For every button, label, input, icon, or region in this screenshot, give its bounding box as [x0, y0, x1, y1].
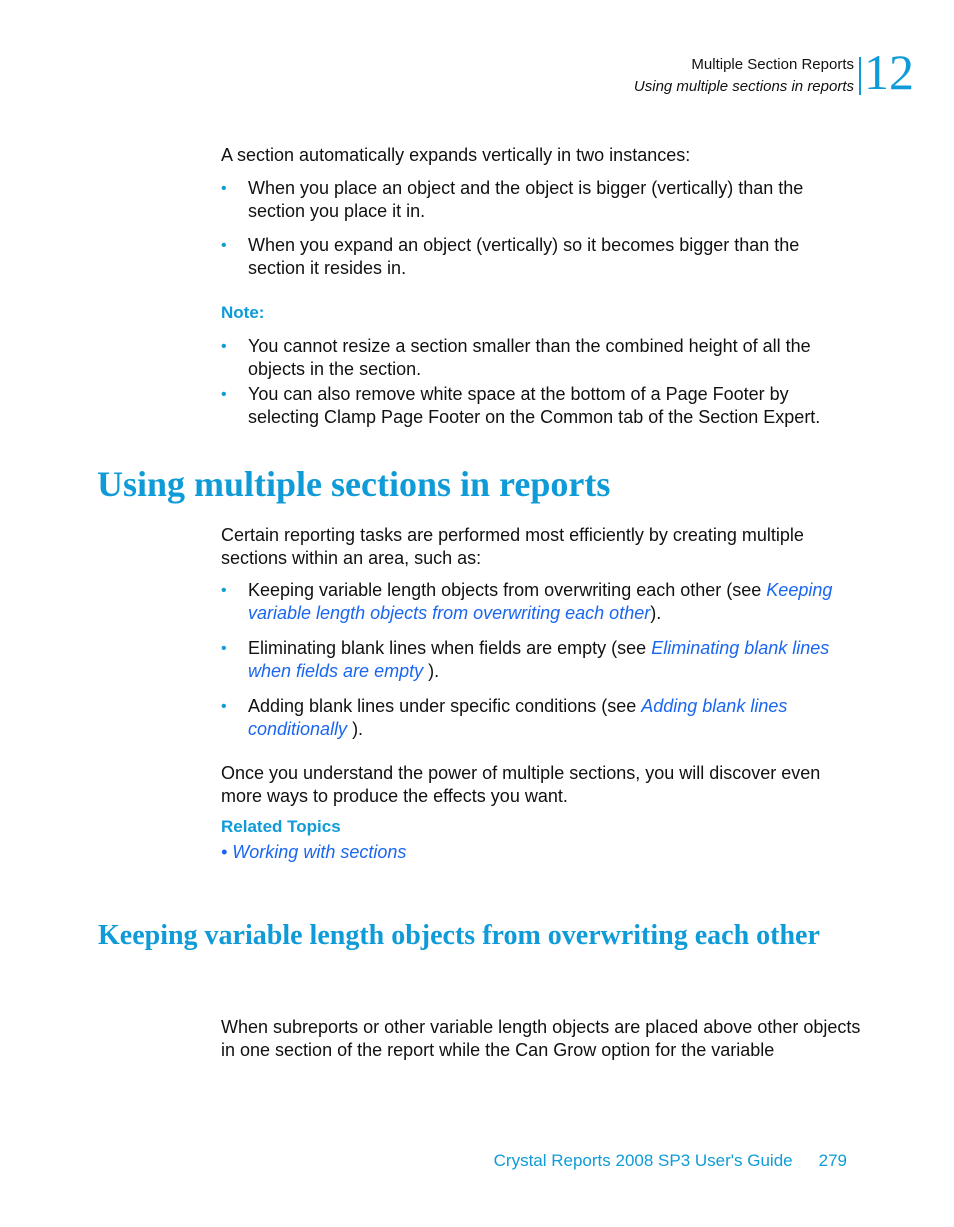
intro-paragraph: A section automatically expands vertical… — [221, 145, 691, 165]
running-header-section: Using multiple sections in reports — [633, 78, 854, 95]
note-bullet: • You can also remove white space at the… — [221, 384, 821, 427]
running-header-chapter: Multiple Section Reports — [691, 56, 854, 73]
note-label: Note: — [221, 303, 265, 322]
task-bullet: • Eliminating blank lines when fields ar… — [221, 638, 830, 681]
note-bullet: • You cannot resize a section smaller th… — [221, 336, 811, 379]
related-topics-label: Related Topics — [221, 817, 341, 836]
chapter-divider — [859, 57, 861, 95]
page-number: 279 — [818, 1151, 847, 1170]
bullet-icon: • — [221, 698, 227, 715]
page-footer: Crystal Reports 2008 SP3 User's Guide 279 — [494, 1151, 847, 1171]
closing-paragraph: Once you understand the power of multipl… — [221, 763, 821, 806]
related-topic-link[interactable]: • Working with sections — [221, 842, 406, 863]
subsection-paragraph: When subreports or other variable length… — [221, 1017, 861, 1060]
task-bullet: • Keeping variable length objects from o… — [221, 580, 833, 623]
bullet-icon: • — [221, 180, 227, 197]
bullet-icon: • — [221, 237, 227, 254]
section-heading: Using multiple sections in reports — [97, 464, 611, 504]
intro-bullet: • When you expand an object (vertically)… — [221, 235, 800, 278]
bullet-icon: • — [221, 338, 227, 355]
book-title: Crystal Reports 2008 SP3 User's Guide — [493, 1151, 793, 1170]
section-intro: Certain reporting tasks are performed mo… — [221, 525, 804, 568]
intro-bullet: • When you place an object and the objec… — [221, 178, 804, 221]
chapter-number: 12 — [864, 44, 914, 100]
bullet-icon: • — [221, 640, 227, 657]
task-bullet: • Adding blank lines under specific cond… — [221, 696, 788, 739]
bullet-icon: • — [221, 582, 227, 599]
bullet-icon: • — [221, 386, 227, 403]
subsection-heading: Keeping variable length objects from ove… — [98, 920, 820, 951]
